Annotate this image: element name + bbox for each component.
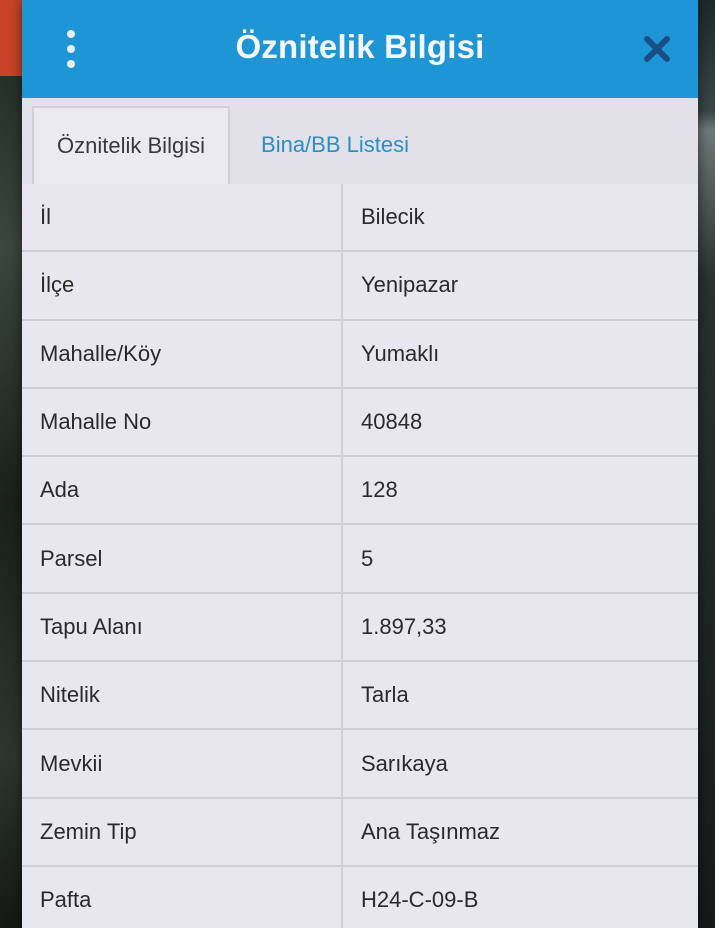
dialog-header: Öznitelik Bilgisi	[22, 0, 698, 98]
tab-building-list[interactable]: Bina/BB Listesi	[244, 106, 426, 184]
table-row: Pafta H24-C-09-B	[22, 866, 698, 928]
row-value: H24-C-09-B	[343, 866, 698, 928]
attribute-dialog: Öznitelik Bilgisi Öznitelik Bilgisi Bina…	[22, 0, 698, 928]
row-value: 1.897,33	[343, 593, 698, 661]
row-label: Mahalle No	[22, 388, 343, 456]
row-value: Yenipazar	[343, 252, 698, 319]
table-row: Mahalle/Köy Yumaklı	[22, 320, 698, 389]
tab-attribute-info[interactable]: Öznitelik Bilgisi	[32, 106, 230, 184]
row-value: Tarla	[343, 662, 698, 729]
row-label: Tapu Alanı	[22, 593, 343, 661]
row-label: İl	[22, 184, 343, 251]
map-background-left	[0, 76, 22, 928]
row-value: 128	[343, 457, 698, 524]
background-accent	[0, 0, 22, 76]
row-label: Pafta	[22, 866, 343, 928]
table-row: Zemin Tip Ana Taşınmaz	[22, 798, 698, 867]
row-value: Bilecik	[343, 184, 698, 251]
row-label: Zemin Tip	[22, 798, 343, 865]
table-row: Mahalle No 40848	[22, 388, 698, 458]
table-row: Mevkii Sarıkaya	[22, 730, 698, 799]
table-row: İl Bilecik	[22, 184, 698, 253]
table-row: Tapu Alanı 1.897,33	[22, 593, 698, 663]
row-value: 40848	[343, 388, 698, 456]
row-label: Mevkii	[22, 730, 343, 797]
close-icon[interactable]	[642, 34, 672, 64]
row-value: Ana Taşınmaz	[343, 798, 698, 865]
row-label: Mahalle/Köy	[22, 320, 343, 387]
row-value: 5	[343, 525, 698, 592]
row-value: Yumaklı	[343, 320, 698, 387]
tab-bar: Öznitelik Bilgisi Bina/BB Listesi	[22, 98, 698, 186]
table-row: Nitelik Tarla	[22, 662, 698, 731]
table-row: İlçe Yenipazar	[22, 252, 698, 321]
dialog-title: Öznitelik Bilgisi	[235, 28, 485, 65]
row-label: Parsel	[22, 525, 343, 592]
table-row: Ada 128	[22, 457, 698, 526]
row-label: Ada	[22, 457, 343, 524]
attribute-table: İl Bilecik İlçe Yenipazar Mahalle/Köy Yu…	[22, 184, 698, 928]
row-value: Sarıkaya	[343, 730, 698, 797]
row-label: Nitelik	[22, 662, 343, 729]
row-label: İlçe	[22, 252, 343, 319]
map-background-right	[698, 0, 715, 928]
table-row: Parsel 5	[22, 525, 698, 594]
